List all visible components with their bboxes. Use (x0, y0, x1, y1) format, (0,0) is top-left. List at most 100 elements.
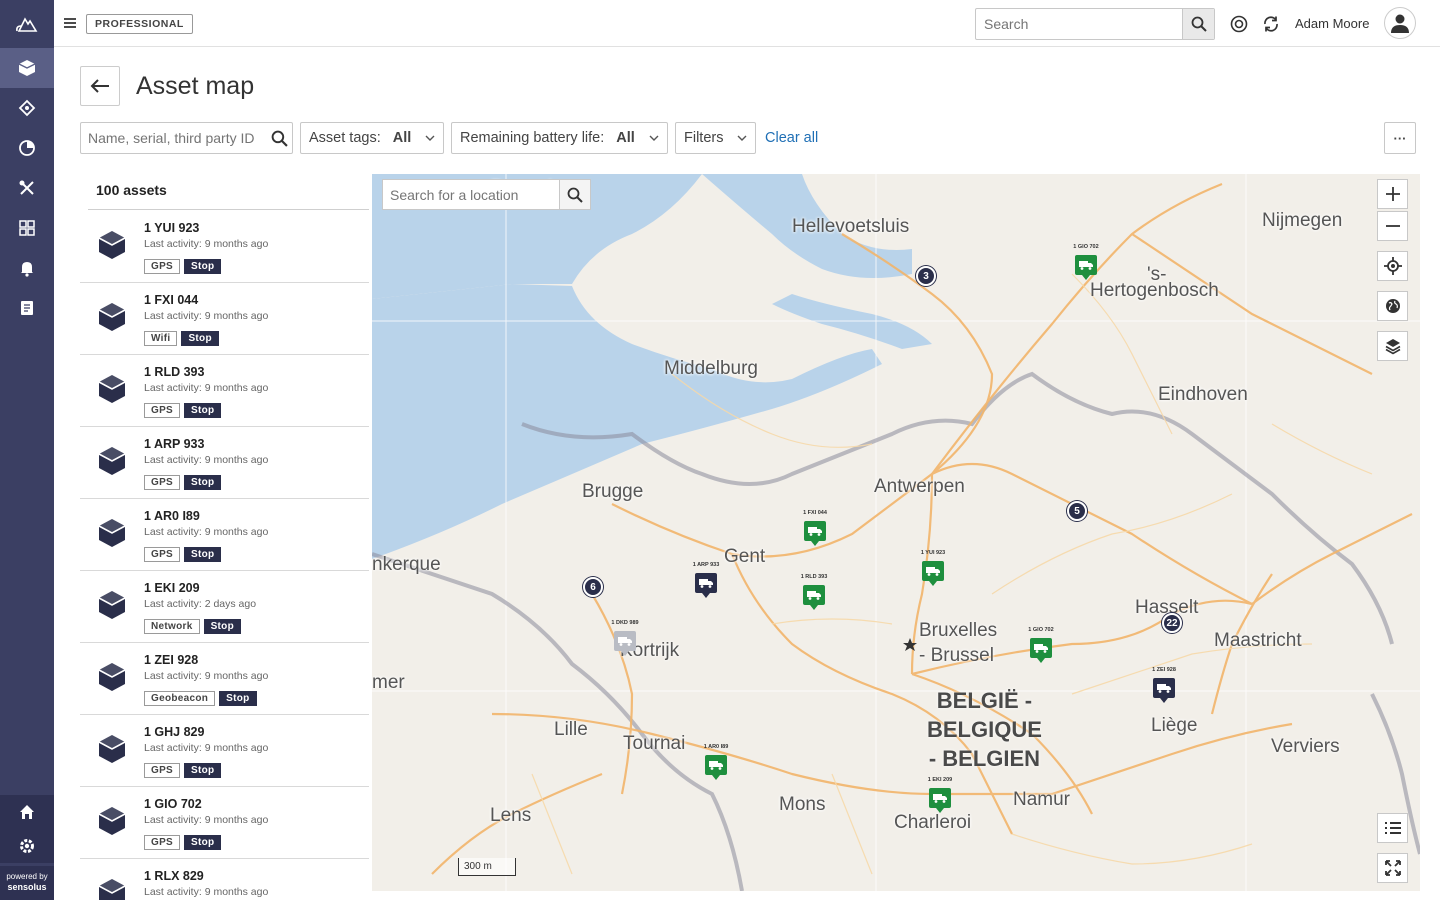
asset-marker[interactable]: 1 ARP 933 (693, 562, 719, 599)
global-search-input[interactable] (976, 9, 1182, 39)
nav-settings[interactable] (0, 829, 54, 863)
back-button[interactable] (80, 66, 120, 106)
bell-icon (21, 262, 33, 277)
city-label: Mons (779, 794, 826, 815)
asset-marker-label: 1 RLD 393 (800, 574, 828, 580)
asset-marker[interactable]: 1 FXI 044 (803, 510, 827, 547)
asset-marker[interactable]: 1 AR0 I89 (704, 744, 728, 781)
asset-cluster[interactable]: 6 (583, 577, 603, 597)
nav-dashboards[interactable] (0, 208, 54, 248)
list-icon (1384, 822, 1401, 834)
asset-cluster[interactable]: 5 (1067, 501, 1087, 521)
refresh-icon[interactable] (1261, 14, 1281, 34)
asset-tags-value: All (392, 130, 412, 146)
location-source-badge: GPS (144, 763, 181, 778)
clear-all-link[interactable]: Clear all (765, 130, 818, 146)
globe-button[interactable] (1377, 291, 1408, 321)
edition-badge: PROFESSIONAL (86, 14, 193, 34)
legend-button[interactable] (1377, 813, 1408, 843)
asset-marker[interactable]: 1 ZEI 928 (1152, 667, 1176, 704)
nav-tools[interactable] (0, 168, 54, 208)
asset-name-search (80, 122, 293, 154)
more-options-button[interactable]: ··· (1384, 122, 1416, 154)
list-item[interactable]: 1 EKI 209 Last activity: 2 days ago Netw… (80, 571, 369, 643)
asset-tags: GPS Stop (144, 403, 222, 418)
asset-cluster[interactable]: 3 (916, 266, 936, 286)
zoom-in-button[interactable] (1377, 179, 1408, 209)
fullscreen-button[interactable] (1377, 853, 1408, 883)
nav-analytics[interactable] (0, 128, 54, 168)
battery-dropdown[interactable]: Remaining battery life: All (451, 122, 668, 154)
city-label: nkerque (372, 554, 441, 575)
asset-tags: GPS Stop (144, 835, 222, 850)
layers-button[interactable] (1377, 331, 1408, 361)
asset-marker[interactable]: 1 GIO 702 (1028, 627, 1054, 664)
location-search-input[interactable] (383, 180, 559, 209)
truck-icon (1030, 638, 1052, 658)
menu-icon[interactable] (62, 15, 78, 31)
asset-marker[interactable]: 1 YUI 923 (921, 550, 945, 587)
city-label: Liège (1151, 715, 1198, 736)
global-search-button[interactable] (1182, 9, 1214, 39)
chevron-down-icon (425, 135, 435, 141)
asset-name: 1 EKI 209 (144, 581, 200, 595)
marker-tip (810, 605, 818, 610)
asset-search-input[interactable] (81, 130, 266, 146)
search-icon[interactable] (266, 130, 292, 147)
city-label: Hellevoetsluis (792, 216, 910, 237)
truck-icon (705, 755, 727, 775)
cube-icon (98, 591, 126, 619)
expand-icon (1384, 860, 1401, 876)
asset-list-header: 100 assets (88, 175, 369, 210)
nav-reports[interactable] (0, 288, 54, 328)
city-label: Charleroi (894, 812, 972, 833)
city-label: mer (372, 672, 405, 693)
asset-marker[interactable]: 1 DKD 989 (611, 620, 639, 657)
zoom-out-button[interactable] (1377, 211, 1408, 241)
app-logo[interactable] (0, 0, 54, 47)
cube-icon (98, 663, 126, 691)
nav-geozones[interactable] (0, 88, 54, 128)
city-label: Eindhoven (1158, 384, 1248, 405)
list-item[interactable]: 1 YUI 923 Last activity: 9 months ago GP… (80, 211, 369, 283)
locate-button[interactable] (1377, 251, 1408, 281)
asset-name: 1 GIO 702 (144, 797, 202, 811)
location-search (382, 179, 591, 210)
asset-list[interactable]: 1 YUI 923 Last activity: 9 months ago GP… (80, 211, 369, 900)
asset-tags: GPS Stop (144, 547, 222, 562)
diamond-map-icon (18, 99, 36, 117)
asset-map[interactable]: RotterdamHellevoetsluisNijmegen's-Hertog… (372, 174, 1420, 891)
list-item[interactable]: 1 GIO 702 Last activity: 9 months ago GP… (80, 787, 369, 859)
avatar[interactable] (1384, 7, 1416, 39)
asset-name: 1 GHJ 829 (144, 725, 205, 739)
city-label: Lens (490, 805, 532, 826)
asset-marker[interactable]: 1 RLD 393 (801, 574, 827, 611)
list-item[interactable]: 1 ZEI 928 Last activity: 9 months ago Ge… (80, 643, 369, 715)
filters-dropdown[interactable]: Filters (675, 122, 757, 154)
nav-alerts[interactable] (0, 248, 54, 288)
location-source-badge: GPS (144, 259, 181, 274)
user-name[interactable]: Adam Moore (1295, 16, 1369, 31)
list-item[interactable]: 1 GHJ 829 Last activity: 9 months ago GP… (80, 715, 369, 787)
asset-cluster[interactable]: 22 (1162, 613, 1182, 633)
help-lifebuoy-icon[interactable] (1229, 14, 1249, 34)
asset-tags-dropdown[interactable]: Asset tags: All (300, 122, 445, 154)
list-item[interactable]: 1 RLX 829 Last activity: 9 months ago GP… (80, 859, 369, 900)
list-item[interactable]: 1 ARP 933 Last activity: 9 months ago GP… (80, 427, 369, 499)
location-source-badge: GPS (144, 835, 181, 850)
asset-marker-label: 1 AR0 I89 (703, 744, 729, 750)
list-item[interactable]: 1 AR0 I89 Last activity: 9 months ago GP… (80, 499, 369, 571)
list-item[interactable]: 1 FXI 044 Last activity: 9 months ago Wi… (80, 283, 369, 355)
marker-tip (1082, 275, 1090, 280)
asset-marker[interactable]: 1 EKI 209 (928, 777, 952, 814)
nav-home[interactable] (0, 795, 54, 829)
search-icon (567, 187, 583, 203)
chevron-down-icon (737, 135, 747, 141)
location-search-button[interactable] (559, 180, 590, 209)
asset-marker[interactable]: 1 GIO 702 (1073, 244, 1099, 281)
asset-name: 1 YUI 923 (144, 221, 200, 235)
nav-assets[interactable] (0, 48, 54, 88)
asset-last-activity: Last activity: 9 months ago (144, 670, 269, 682)
marker-tip (1160, 698, 1168, 703)
list-item[interactable]: 1 RLD 393 Last activity: 9 months ago GP… (80, 355, 369, 427)
